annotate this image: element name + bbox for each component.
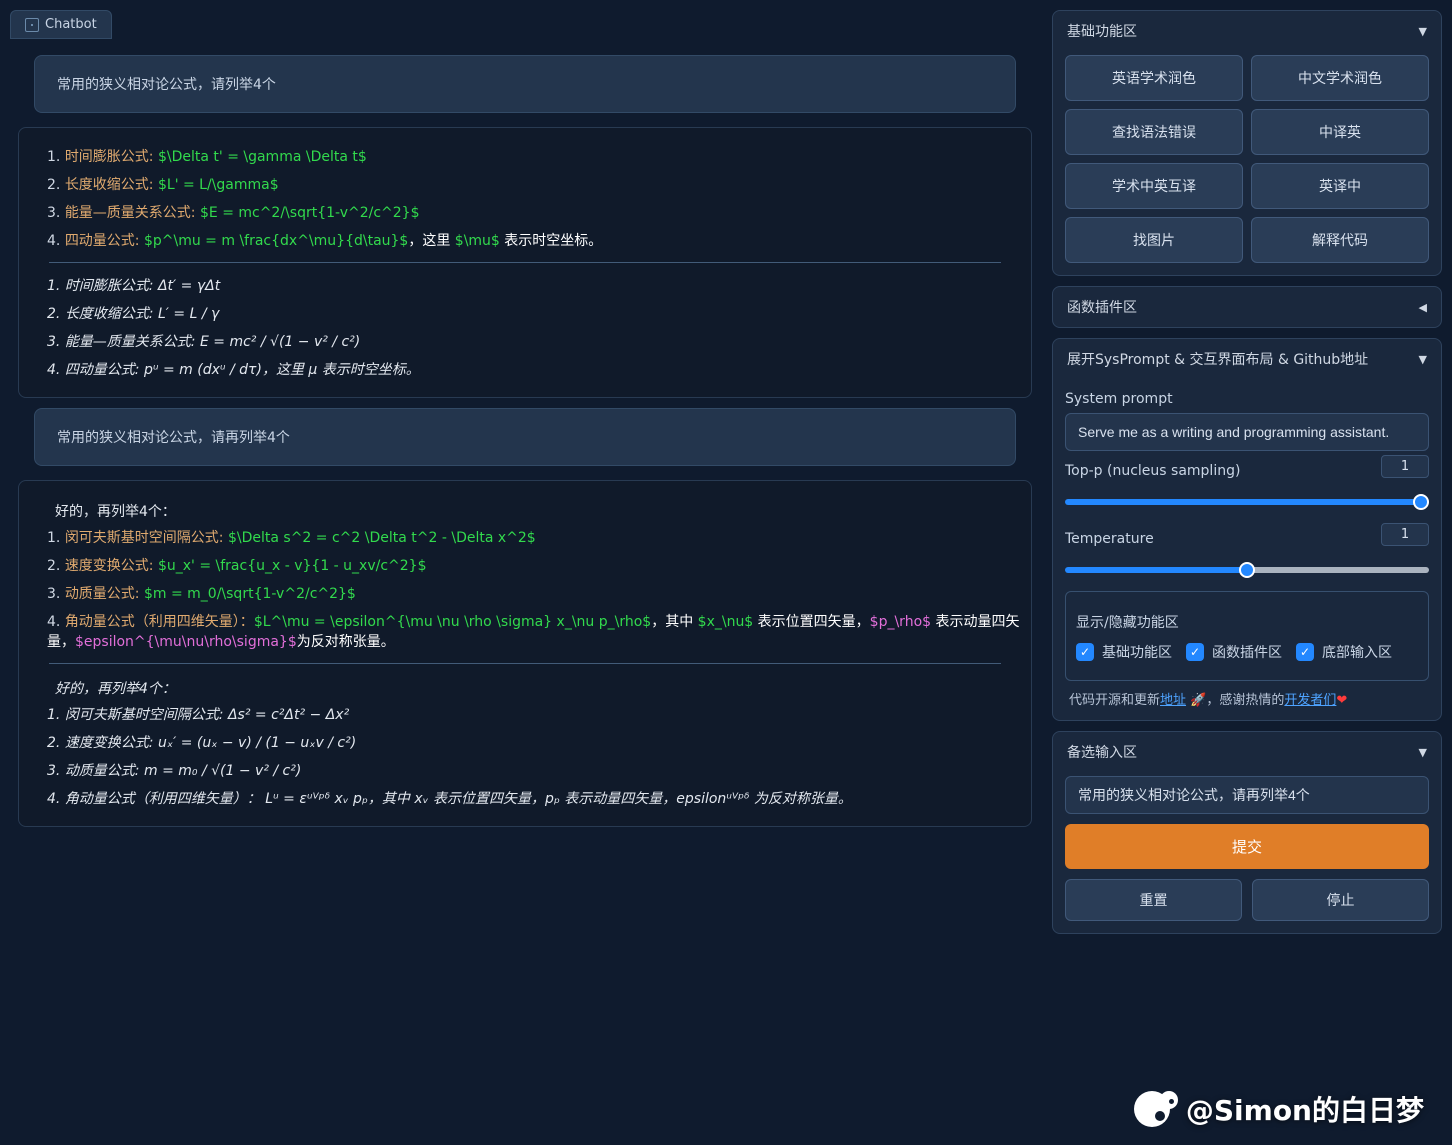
panel-title: 备选输入区: [1067, 742, 1137, 762]
stop-button[interactable]: 停止: [1252, 879, 1429, 921]
topp-label: Top-p (nucleus sampling): [1065, 463, 1240, 479]
repo-link[interactable]: 地址: [1160, 693, 1186, 708]
tab-chatbot[interactable]: Chatbot: [10, 10, 112, 39]
sysprompt-label: System prompt: [1065, 391, 1429, 407]
visibility-option[interactable]: ✓ 底部输入区: [1296, 642, 1392, 662]
function-button[interactable]: 英语学术润色: [1065, 55, 1243, 101]
formula-rendered: 闵可夫斯基时空间隔公式: Δs² = c²Δt² − Δx²: [47, 700, 1021, 728]
user-message: 常用的狭义相对论公式，请再列举4个: [34, 408, 1016, 466]
chevron-left-icon: ◀: [1419, 301, 1427, 314]
function-button[interactable]: 查找语法错误: [1065, 109, 1243, 155]
formula-rendered: 能量—质量关系公式: E = mc² / √(1 − v² / c²): [47, 327, 1021, 355]
temp-value[interactable]: 1: [1381, 523, 1429, 546]
formula-item: 闵可夫斯基时空间隔公式: $\Delta s^2 = c^2 \Delta t^…: [47, 523, 1021, 551]
sysprompt-input[interactable]: [1065, 413, 1429, 451]
panel-title: 展开SysPrompt & 交互界面布局 & Github地址: [1067, 349, 1368, 369]
panel-header-basic[interactable]: 基础功能区 ▼: [1053, 11, 1441, 51]
panel-header-sys[interactable]: 展开SysPrompt & 交互界面布局 & Github地址 ▼: [1053, 339, 1441, 379]
formula-rendered: 角动量公式（利用四维矢量）： Lᵘ = εᵘⱽᵖᵟ xᵥ pₚ，其中 xᵥ 表示…: [47, 784, 1021, 812]
function-button[interactable]: 找图片: [1065, 217, 1243, 263]
formula-item: 能量—质量关系公式: $E = mc^2/\sqrt{1-v^2/c^2}$: [47, 198, 1021, 226]
function-button[interactable]: 中译英: [1251, 109, 1429, 155]
bot-text: 好的，再列举4个：: [29, 495, 1021, 523]
panel-title: 函数插件区: [1067, 297, 1137, 317]
bot-text: 好的，再列举4个：: [29, 672, 1021, 700]
chat-scroll[interactable]: 常用的狭义相对论公式，请列举4个 时间膨胀公式: $\Delta t' = \g…: [10, 39, 1040, 1135]
user-message: 常用的狭义相对论公式，请列举4个: [34, 55, 1016, 113]
formula-rendered: 长度收缩公式: L′ = L / γ: [47, 299, 1021, 327]
formula-item: 四动量公式: $p^\mu = m \frac{dx^\mu}{d\tau}$，…: [47, 226, 1021, 254]
panel-header-plugins[interactable]: 函数插件区 ◀: [1053, 287, 1441, 327]
visibility-group: 显示/隐藏功能区 ✓ 基础功能区 ✓ 函数插件区 ✓ 底部输入区: [1065, 591, 1429, 681]
function-button[interactable]: 解释代码: [1251, 217, 1429, 263]
rocket-icon: 🚀: [1190, 693, 1206, 708]
formula-item: 时间膨胀公式: $\Delta t' = \gamma \Delta t$: [47, 142, 1021, 170]
formula-rendered: 时间膨胀公式: Δt′ = γΔt: [47, 271, 1021, 299]
checkbox-icon: ✓: [1186, 643, 1204, 661]
checkbox-label: 底部输入区: [1322, 642, 1392, 662]
panel-altinput: 备选输入区 ▼ 提交 重置 停止: [1052, 731, 1442, 934]
topp-slider[interactable]: [1065, 499, 1429, 505]
formula-rendered: 四动量公式: pᵘ = m (dxᵘ / dτ)，这里 μ 表示时空坐标。: [47, 355, 1021, 383]
function-button[interactable]: 学术中英互译: [1065, 163, 1243, 209]
panel-basic: 基础功能区 ▼ 英语学术润色中文学术润色查找语法错误中译英学术中英互译英译中找图…: [1052, 10, 1442, 276]
panel-title: 基础功能区: [1067, 21, 1137, 41]
function-button[interactable]: 中文学术润色: [1251, 55, 1429, 101]
reset-button[interactable]: 重置: [1065, 879, 1242, 921]
chevron-down-icon: ▼: [1419, 746, 1427, 759]
panel-plugins: 函数插件区 ◀: [1052, 286, 1442, 328]
footer-text: 代码开源和更新: [1069, 693, 1160, 708]
checkbox-icon: ✓: [1296, 643, 1314, 661]
chevron-down-icon: ▼: [1419, 353, 1427, 366]
tab-label: Chatbot: [45, 17, 97, 32]
panel-header-alt[interactable]: 备选输入区 ▼: [1053, 732, 1441, 772]
formula-item: 速度变换公式: $u_x' = \frac{u_x - v}{1 - u_xv/…: [47, 551, 1021, 579]
vis-title: 显示/隐藏功能区: [1076, 612, 1418, 632]
temp-label: Temperature: [1065, 531, 1154, 547]
visibility-option[interactable]: ✓ 函数插件区: [1186, 642, 1282, 662]
formula-item: 动质量公式: $m = m_0/\sqrt{1-v^2/c^2}$: [47, 579, 1021, 607]
formula-rendered: 动质量公式: m = m₀ / √(1 − v² / c²): [47, 756, 1021, 784]
checkbox-label: 函数插件区: [1212, 642, 1282, 662]
visibility-option[interactable]: ✓ 基础功能区: [1076, 642, 1172, 662]
footer-line: 代码开源和更新地址 🚀，感谢热情的开发者们❤: [1065, 681, 1429, 708]
heart-icon: ❤: [1336, 693, 1347, 708]
formula-item: 长度收缩公式: $L' = L/\gamma$: [47, 170, 1021, 198]
panel-sysprompt: 展开SysPrompt & 交互界面布局 & Github地址 ▼ System…: [1052, 338, 1442, 721]
developers-link[interactable]: 开发者们: [1284, 693, 1336, 708]
alt-input[interactable]: [1065, 776, 1429, 814]
formula-rendered: 速度变换公式: uₓ′ = (uₓ − v) / (1 − uₓv / c²): [47, 728, 1021, 756]
checkbox-icon: ✓: [1076, 643, 1094, 661]
bot-message: 时间膨胀公式: $\Delta t' = \gamma \Delta t$长度收…: [18, 127, 1032, 398]
chat-icon: [25, 18, 39, 32]
bot-message: 好的，再列举4个： 闵可夫斯基时空间隔公式: $\Delta s^2 = c^2…: [18, 480, 1032, 827]
chevron-down-icon: ▼: [1419, 25, 1427, 38]
topp-value[interactable]: 1: [1381, 455, 1429, 478]
function-button[interactable]: 英译中: [1251, 163, 1429, 209]
footer-text: ，感谢热情的: [1206, 693, 1284, 708]
formula-item: 角动量公式（利用四维矢量）：$L^\mu = \epsilon^{\mu \nu…: [47, 607, 1021, 655]
submit-button[interactable]: 提交: [1065, 824, 1429, 869]
temp-slider[interactable]: [1065, 567, 1429, 573]
checkbox-label: 基础功能区: [1102, 642, 1172, 662]
